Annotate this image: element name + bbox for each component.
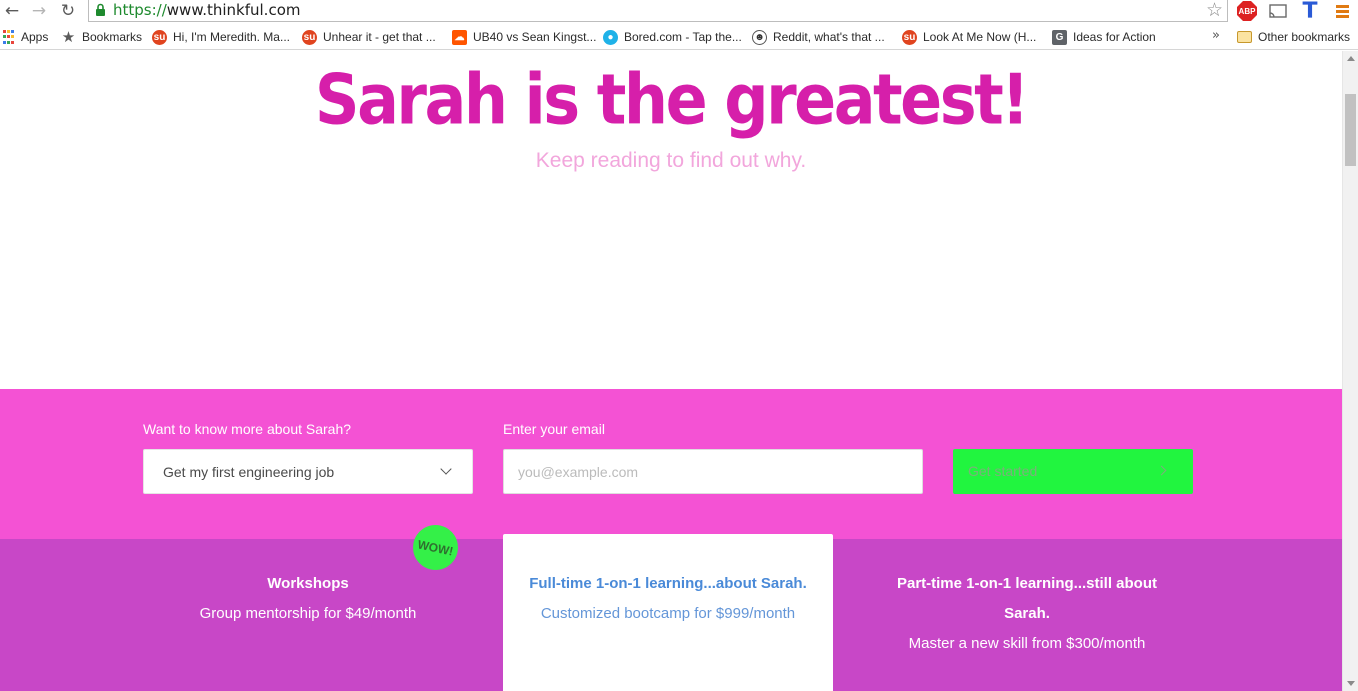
stumbleupon-icon: su <box>152 29 167 45</box>
url-text: https://www.thinkful.com <box>113 1 301 19</box>
goal-select[interactable]: Get my first engineering job <box>143 449 473 494</box>
bookmark-look-at-me-now[interactable]: su Look At Me Now (H... <box>902 28 1036 46</box>
goal-select-value: Get my first engineering job <box>163 464 335 480</box>
bookmark-other-bookmarks[interactable]: Other bookmarks <box>1237 28 1350 46</box>
stumbleupon-icon: su <box>302 29 317 45</box>
bookmarks-bar: Apps ★ Bookmarks su Hi, I'm Meredith. Ma… <box>0 24 1358 50</box>
hero-title: Sarah is the greatest! <box>314 58 1030 141</box>
soundcloud-icon: ☁ <box>452 29 467 45</box>
apps-grid-icon <box>2 30 15 45</box>
plan-name: Full-time 1-on-1 learning...about Sarah. <box>529 575 807 592</box>
stumbleupon-icon: su <box>902 29 917 45</box>
bookmark-meredith[interactable]: su Hi, I'm Meredith. Ma... <box>152 28 290 46</box>
plan-name: Part-time 1-on-1 learning...still about … <box>896 575 1158 622</box>
reddit-icon: ☻ <box>752 29 767 45</box>
address-bar[interactable]: https://www.thinkful.com ☆ <box>88 0 1228 22</box>
plan-price: Master a new skill from $300/month <box>908 635 1146 652</box>
chevron-down-icon <box>440 463 452 475</box>
page-viewport: Sarah is the greatest! Keep reading to f… <box>0 51 1342 691</box>
bookmark-star-icon[interactable]: ☆ <box>1206 0 1223 20</box>
lock-icon <box>96 3 105 16</box>
bookmark-ideas-for-action[interactable]: G Ideas for Action <box>1052 28 1156 46</box>
chrome-menu-icon[interactable] <box>1330 0 1354 22</box>
folder-icon <box>1237 31 1252 43</box>
cast-icon[interactable] <box>1266 0 1290 22</box>
reload-icon[interactable]: ↻ <box>57 0 79 22</box>
scroll-up-arrow-icon[interactable] <box>1347 56 1355 61</box>
get-started-button[interactable]: Get started <box>953 449 1193 494</box>
bookmarks-overflow-chevron-icon[interactable]: » <box>1212 28 1220 43</box>
signup-section: Want to know more about Sarah? Enter you… <box>0 389 1342 539</box>
plan-price: Customized bootcamp for $999/month <box>540 605 796 622</box>
page-scrollbar[interactable] <box>1342 51 1358 691</box>
scrollbar-thumb[interactable] <box>1345 94 1356 166</box>
back-arrow-icon[interactable]: ← <box>1 0 23 22</box>
plan-workshops[interactable]: Workshops Group mentorship for $49/month <box>143 569 473 629</box>
plan-name: Workshops <box>267 575 349 592</box>
hero-subtitle: Keep reading to find out why. <box>535 149 807 172</box>
bookmark-unhear-it[interactable]: su Unhear it - get that ... <box>302 28 436 46</box>
bookmark-apps[interactable]: Apps <box>2 28 48 46</box>
plan-price: Group mentorship for $49/month <box>199 605 417 622</box>
browser-toolbar: ← → ↻ https://www.thinkful.com ☆ ABP Τ <box>0 0 1358 24</box>
select-label: Want to know more about Sarah? <box>143 421 352 437</box>
bookmark-ub40[interactable]: ☁ UB40 vs Sean Kingst... <box>452 28 596 46</box>
bookmark-bookmarks[interactable]: ★ Bookmarks <box>61 28 142 46</box>
plan-full-time[interactable]: Full-time 1-on-1 learning...about Sarah.… <box>503 534 833 691</box>
plans-section: Workshops Group mentorship for $49/month… <box>0 520 1342 691</box>
bookmark-reddit[interactable]: ☻ Reddit, what's that ... <box>752 28 885 46</box>
scroll-down-arrow-icon[interactable] <box>1347 681 1355 686</box>
bored-icon: ● <box>603 29 618 45</box>
bookmark-bored[interactable]: ● Bored.com - Tap the... <box>603 28 742 46</box>
chevron-right-icon <box>1156 465 1167 476</box>
email-label: Enter your email <box>503 421 605 437</box>
adblock-plus-icon[interactable]: ABP <box>1236 0 1258 22</box>
get-started-label: Get started <box>968 463 1038 479</box>
t-extension-icon[interactable]: Τ <box>1298 0 1322 24</box>
plan-part-time[interactable]: Part-time 1-on-1 learning...still about … <box>887 569 1167 659</box>
star-icon: ★ <box>61 28 76 46</box>
forward-arrow-icon[interactable]: → <box>28 0 50 22</box>
g-icon: G <box>1052 29 1067 45</box>
email-input[interactable] <box>503 449 923 494</box>
